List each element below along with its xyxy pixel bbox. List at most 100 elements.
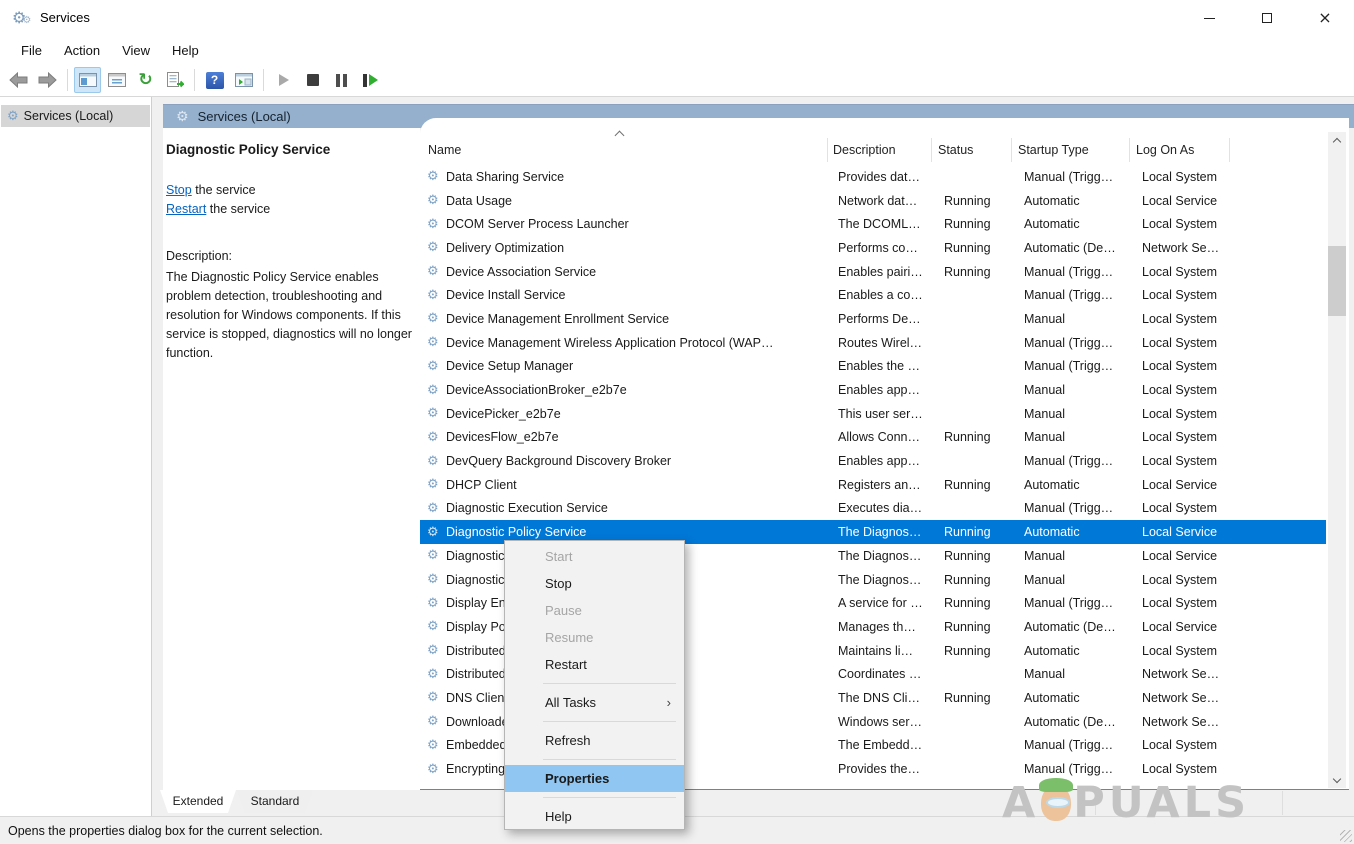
cell-startup: Manual xyxy=(1018,549,1136,563)
close-button[interactable]: × xyxy=(1296,0,1354,36)
cell-desc: Provides dat… xyxy=(833,170,938,184)
menu-item-pause[interactable]: Pause xyxy=(505,597,684,624)
forward-button[interactable] xyxy=(34,67,61,93)
cell-logon: Local System xyxy=(1136,217,1246,231)
cell-logon: Local System xyxy=(1136,596,1246,610)
cell-status: Running xyxy=(938,194,1018,208)
service-gear-icon: ⚙ xyxy=(427,241,443,254)
menu-action[interactable]: Action xyxy=(53,39,111,62)
cell-logon: Local Service xyxy=(1136,478,1246,492)
column-header-name[interactable]: Name xyxy=(420,138,828,162)
column-header-description[interactable]: Description xyxy=(828,138,932,162)
maximize-button[interactable] xyxy=(1238,0,1296,36)
service-gear-icon: ⚙ xyxy=(427,384,443,397)
column-header-log-on-as[interactable]: Log On As xyxy=(1130,138,1230,162)
show-action-pane-button[interactable] xyxy=(230,67,257,93)
minimize-button[interactable] xyxy=(1180,0,1238,36)
cell-name: DevicePicker_e2b7e xyxy=(446,407,833,421)
close-icon: × xyxy=(1318,10,1331,26)
cell-startup: Automatic (De… xyxy=(1018,715,1136,729)
menu-view[interactable]: View xyxy=(111,39,161,62)
scrollbar-thumb[interactable] xyxy=(1328,246,1346,316)
cell-logon: Local System xyxy=(1136,573,1246,587)
cell-logon: Network Se… xyxy=(1136,241,1246,255)
service-gear-icon: ⚙ xyxy=(427,455,443,468)
start-service-button[interactable] xyxy=(270,67,297,93)
stop-service-link[interactable]: Stop xyxy=(166,183,192,197)
table-row[interactable]: ⚙Device Association ServiceEnables pairi… xyxy=(420,260,1326,284)
table-row[interactable]: ⚙Diagnostic Execution ServiceExecutes di… xyxy=(420,497,1326,521)
cell-status: Running xyxy=(938,644,1018,658)
cell-name: Data Usage xyxy=(446,194,833,208)
services-gear-icon: ⚙ xyxy=(7,110,19,123)
table-row[interactable]: ⚙Data Sharing ServiceProvides dat…Manual… xyxy=(420,165,1326,189)
table-row[interactable]: ⚙DCOM Server Process LauncherThe DCOML…R… xyxy=(420,212,1326,236)
table-row[interactable]: ⚙DevQuery Background Discovery BrokerEna… xyxy=(420,449,1326,473)
column-header-status[interactable]: Status xyxy=(932,138,1012,162)
table-row[interactable]: ⚙Device Management Wireless Application … xyxy=(420,331,1326,355)
pause-service-button[interactable] xyxy=(328,67,355,93)
menu-help[interactable]: Help xyxy=(161,39,210,62)
export-list-button[interactable] xyxy=(161,67,188,93)
table-row[interactable]: ⚙DHCP ClientRegisters an…RunningAutomati… xyxy=(420,473,1326,497)
tab-extended[interactable]: Extended xyxy=(160,790,236,813)
cell-desc: The Diagnos… xyxy=(833,549,938,563)
tab-standard[interactable]: Standard xyxy=(237,790,313,813)
cell-status: Running xyxy=(938,549,1018,563)
table-row[interactable]: ⚙Data UsageNetwork dat…RunningAutomaticL… xyxy=(420,189,1326,213)
stop-service-suffix: the service xyxy=(192,183,256,197)
back-button[interactable] xyxy=(5,67,32,93)
services-gear-icon: ⚙ xyxy=(176,110,189,124)
cell-desc: This user ser… xyxy=(833,407,938,421)
vertical-scrollbar[interactable] xyxy=(1328,132,1346,788)
table-row[interactable]: ⚙DevicesFlow_e2b7eAllows Conn…RunningMan… xyxy=(420,426,1326,450)
description-label: Description: xyxy=(166,249,416,263)
cell-logon: Local System xyxy=(1136,501,1246,515)
table-row[interactable]: ⚙Device Setup ManagerEnables the …Manual… xyxy=(420,355,1326,379)
cell-name: Diagnostic Execution Service xyxy=(446,501,833,515)
cell-logon: Local System xyxy=(1136,336,1246,350)
cell-status: Running xyxy=(938,478,1018,492)
cell-status: Running xyxy=(938,573,1018,587)
cell-desc: The Diagnos… xyxy=(833,573,938,587)
properties-button[interactable] xyxy=(103,67,130,93)
menu-item-all-tasks[interactable]: All Tasks› xyxy=(505,689,684,716)
cell-name: Device Management Wireless Application P… xyxy=(446,336,833,350)
service-gear-icon: ⚙ xyxy=(427,218,443,231)
service-gear-icon: ⚙ xyxy=(427,312,443,325)
stop-service-button[interactable] xyxy=(299,67,326,93)
table-header: Name Description Status Startup Type Log… xyxy=(420,136,1326,164)
restart-service-button[interactable] xyxy=(357,67,384,93)
restart-service-suffix: the service xyxy=(206,202,270,216)
cell-status: Running xyxy=(938,217,1018,231)
resize-grip[interactable] xyxy=(1340,830,1352,842)
table-row[interactable]: ⚙Delivery OptimizationPerforms co…Runnin… xyxy=(420,236,1326,260)
column-header-startup-type[interactable]: Startup Type xyxy=(1012,138,1130,162)
menu-item-refresh[interactable]: Refresh xyxy=(505,727,684,754)
scroll-down-button[interactable] xyxy=(1328,772,1346,788)
tree-item-services-local[interactable]: ⚙ Services (Local) xyxy=(1,105,150,127)
menu-item-start[interactable]: Start xyxy=(505,543,684,570)
menu-item-properties[interactable]: Properties xyxy=(505,765,684,792)
cell-logon: Local Service xyxy=(1136,525,1246,539)
restart-service-link[interactable]: Restart xyxy=(166,202,206,216)
table-row[interactable]: ⚙DeviceAssociationBroker_e2b7eEnables ap… xyxy=(420,378,1326,402)
help-button[interactable]: ? xyxy=(201,67,228,93)
table-row[interactable]: ⚙DevicePicker_e2b7eThis user ser…ManualL… xyxy=(420,402,1326,426)
scroll-up-button[interactable] xyxy=(1328,132,1346,148)
show-console-tree-button[interactable] xyxy=(74,67,101,93)
menu-item-help[interactable]: Help xyxy=(505,803,684,830)
menu-item-stop[interactable]: Stop xyxy=(505,570,684,597)
menu-item-restart[interactable]: Restart xyxy=(505,651,684,678)
table-row[interactable]: ⚙Device Install ServiceEnables a co…Manu… xyxy=(420,283,1326,307)
minimize-icon xyxy=(1204,18,1215,19)
maximize-icon xyxy=(1262,13,1272,23)
cell-desc: Coordinates … xyxy=(833,667,938,681)
refresh-button[interactable]: ↻ xyxy=(132,67,159,93)
cell-desc: Registers an… xyxy=(833,478,938,492)
menu-file[interactable]: File xyxy=(10,39,53,62)
menu-item-resume[interactable]: Resume xyxy=(505,624,684,651)
snapin-title: Services (Local) xyxy=(198,109,291,124)
cell-desc: The DCOML… xyxy=(833,217,938,231)
table-row[interactable]: ⚙Device Management Enrollment ServicePer… xyxy=(420,307,1326,331)
